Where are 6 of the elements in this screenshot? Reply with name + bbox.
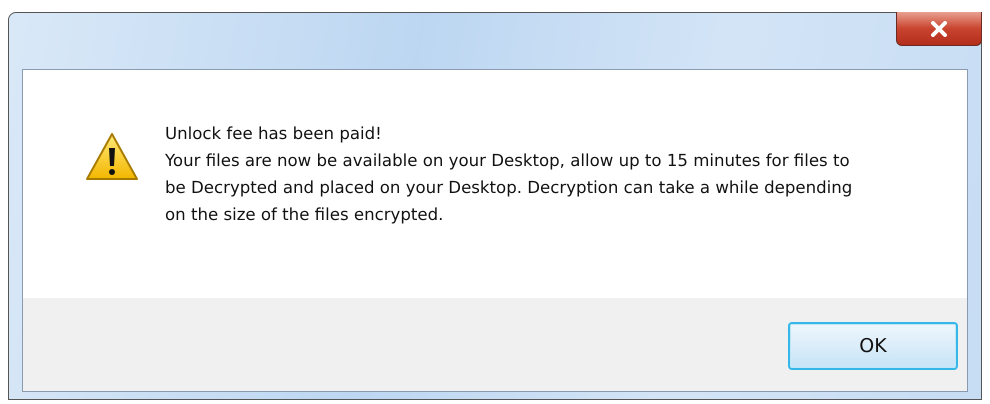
ok-button[interactable]: OK — [788, 322, 958, 370]
warning-icon — [85, 132, 139, 182]
close-button[interactable] — [896, 12, 982, 46]
message-heading: Unlock fee has been paid! — [165, 123, 383, 145]
message-text: Your files are now be available on your Desktop, allow up to 15 minutes for files to be Decrypted and placed on your Desktop. Decryption can take a while depending on the size of the files encrypted. — [165, 150, 854, 226]
close-icon — [930, 20, 948, 36]
